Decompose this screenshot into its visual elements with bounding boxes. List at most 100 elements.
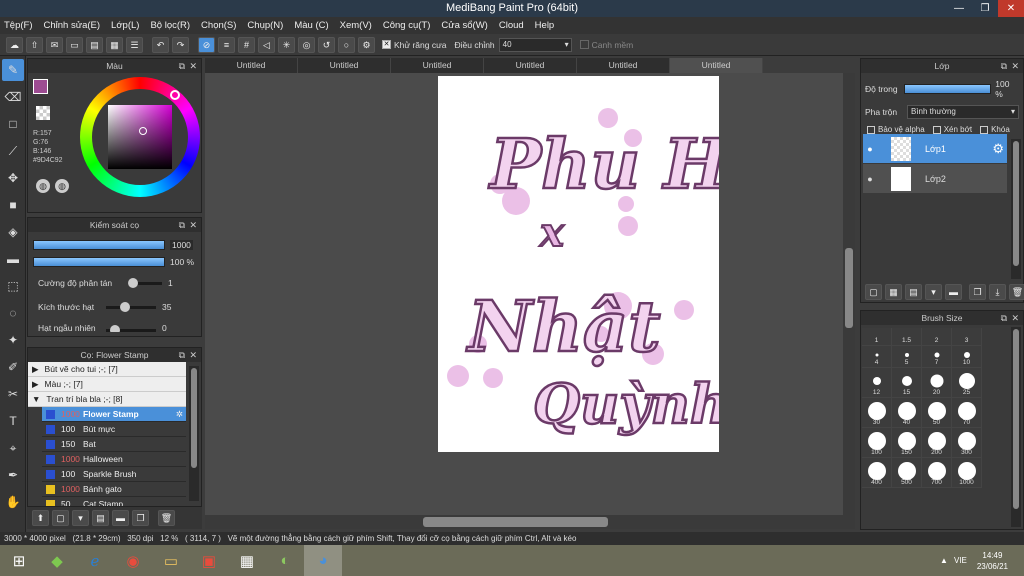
chrome-icon[interactable]: ◉ <box>114 545 152 576</box>
brush-size-cell[interactable]: 2 <box>922 328 952 346</box>
gear-icon[interactable]: ⚙ <box>992 141 1004 157</box>
menu-color[interactable]: Màu (C) <box>294 20 328 31</box>
clipping-checkbox[interactable] <box>932 125 941 134</box>
settings-icon[interactable]: ⚙ <box>358 36 375 53</box>
chat-icon[interactable]: ▭ <box>66 36 83 53</box>
gradient-tool-icon[interactable]: ▬ <box>2 248 24 270</box>
menu-window[interactable]: Cửa sổ(W) <box>441 20 487 31</box>
brush-size-cell[interactable]: 500 <box>892 458 922 488</box>
foreground-swatch[interactable] <box>33 79 48 94</box>
page-icon[interactable]: ▤ <box>86 36 103 53</box>
tab-untitled[interactable]: Untitled <box>484 58 577 73</box>
brush-size-cell[interactable]: 70 <box>952 398 982 428</box>
list-icon[interactable]: ☰ <box>126 36 143 53</box>
maximize-button[interactable]: ❐ <box>972 0 998 17</box>
brush-size-cell[interactable]: 1000 <box>952 458 982 488</box>
brush-size-cell[interactable]: 7 <box>922 346 952 368</box>
magic-wand-icon[interactable]: ✦ <box>2 329 24 351</box>
brush-size-cell[interactable]: 700 <box>922 458 952 488</box>
canvas-vscroll[interactable] <box>843 73 855 515</box>
brush-opacity-bar[interactable] <box>33 257 165 267</box>
layer-row-selected[interactable]: ● Lớp1 ⚙ <box>863 134 1007 163</box>
app-grid-icon[interactable]: ▦ <box>228 545 266 576</box>
vanish-snap-icon[interactable]: ◁ <box>258 36 275 53</box>
hue-wheel[interactable] <box>80 77 200 197</box>
copy-icon[interactable]: ❐ <box>132 510 149 526</box>
brush-group[interactable]: ▶ Màu ;-; [7] <box>28 377 186 392</box>
panel-close-icon[interactable]: ✕ <box>189 348 197 362</box>
brush-menu-icon[interactable]: ▾ <box>72 510 89 526</box>
language-indicator[interactable]: VIE <box>954 556 967 565</box>
select-eraser-icon[interactable]: ✂ <box>2 383 24 405</box>
menu-snap[interactable]: Chụp(N) <box>247 20 283 31</box>
eyedropper-tool-icon[interactable]: ✒ <box>2 464 24 486</box>
lasso-tool-icon[interactable]: ◌ <box>2 302 24 324</box>
trash-icon[interactable]: 🗑 <box>158 510 175 526</box>
brush-tool-icon[interactable]: ✎ <box>2 59 24 81</box>
brush-size-cell[interactable]: 4 <box>862 346 892 368</box>
bucket-tool-icon[interactable]: ◈ <box>2 221 24 243</box>
minimize-button[interactable]: — <box>946 0 972 17</box>
grid-snap-icon[interactable]: # <box>238 36 255 53</box>
tab-untitled[interactable]: Untitled <box>391 58 484 73</box>
shape-fill-icon[interactable]: ■ <box>2 194 24 216</box>
lock-checkbox[interactable] <box>980 125 989 134</box>
brush-size-cell[interactable]: 150 <box>892 428 922 458</box>
circle-snap-icon[interactable]: ○ <box>338 36 355 53</box>
menu-help[interactable]: Help <box>535 20 555 31</box>
menu-edit[interactable]: Chỉnh sửa(E) <box>44 20 101 31</box>
brush-opacity-value[interactable]: 100 % <box>170 257 194 267</box>
menu-tools[interactable]: Công cụ(T) <box>383 20 431 31</box>
grid-page-icon[interactable]: ▦ <box>106 36 123 53</box>
brush-props-icon[interactable]: ▤ <box>92 510 109 526</box>
tab-untitled[interactable]: Untitled <box>577 58 670 73</box>
brush-size-value[interactable]: 1000 <box>170 240 193 250</box>
line-tool-icon[interactable]: ⟋ <box>2 140 24 162</box>
brush-size-cell[interactable]: 200 <box>922 428 952 458</box>
panel-close-icon[interactable]: ✕ <box>189 59 197 73</box>
palette-icon[interactable]: ◍ <box>36 179 50 193</box>
ie-browser-icon[interactable]: ℯ <box>76 545 114 576</box>
move-tool-icon[interactable]: ✥ <box>2 167 24 189</box>
tab-untitled[interactable]: Untitled <box>205 58 298 73</box>
bluestacks-icon[interactable]: ◆ <box>38 545 76 576</box>
tray-up-icon[interactable]: ▲ <box>940 556 948 565</box>
medibang-icon[interactable]: ◕ <box>304 545 342 576</box>
cloud-icon[interactable]: ☁ <box>6 36 23 53</box>
redo-icon[interactable]: ↷ <box>172 36 189 53</box>
undock-icon[interactable]: ⧉ <box>1001 59 1007 73</box>
undo-icon[interactable]: ↶ <box>152 36 169 53</box>
document-page[interactable]: Phu Hạc x Nhật Quỳnh <box>438 76 719 452</box>
brush-size-cell[interactable]: 1.5 <box>892 328 922 346</box>
radial-snap-icon[interactable]: ✳ <box>278 36 295 53</box>
adjust-input[interactable]: 40 ▾ <box>498 37 572 52</box>
antialias-checkbox[interactable]: ✕ <box>382 40 391 49</box>
saturation-square[interactable] <box>108 105 172 169</box>
menu-view[interactable]: Xem(V) <box>340 20 372 31</box>
blend-select[interactable]: Bình thường ▾ <box>907 105 1019 119</box>
tab-untitled-active[interactable]: Untitled <box>670 58 763 73</box>
hand-tool-icon[interactable]: ✋ <box>2 491 24 513</box>
folder-icon[interactable]: ▬ <box>945 284 962 300</box>
brush-item[interactable]: 100 Sparkle Brush <box>42 467 186 482</box>
new-8bit-layer-icon[interactable]: ▤ <box>905 284 922 300</box>
curve-snap-icon[interactable]: ↺ <box>318 36 335 53</box>
layer-scrollbar[interactable] <box>1011 139 1021 279</box>
brush-size-cell[interactable]: 40 <box>892 398 922 428</box>
random-slider[interactable] <box>106 324 156 332</box>
snap-off-icon[interactable]: ⊘ <box>198 36 215 53</box>
new-layer-icon[interactable]: ▢ <box>865 284 882 300</box>
grain-slider[interactable] <box>106 301 156 312</box>
parallel-snap-icon[interactable]: ≡ <box>218 36 235 53</box>
panel-close-icon[interactable]: ✕ <box>1011 311 1019 325</box>
menu-select[interactable]: Chọn(S) <box>201 20 236 31</box>
brush-size-cell[interactable]: 300 <box>952 428 982 458</box>
text-tool-icon[interactable]: T <box>2 410 24 432</box>
protect-alpha-checkbox[interactable] <box>867 125 875 134</box>
operation-tool-icon[interactable]: ⌖ <box>2 437 24 459</box>
brush-size-cell[interactable]: 3 <box>952 328 982 346</box>
windows-start-icon[interactable]: ⊞ <box>0 545 38 576</box>
brush-size-scrollbar[interactable] <box>1011 327 1021 527</box>
menu-cloud[interactable]: Cloud <box>499 20 524 31</box>
panel-close-icon[interactable]: ✕ <box>189 218 197 232</box>
